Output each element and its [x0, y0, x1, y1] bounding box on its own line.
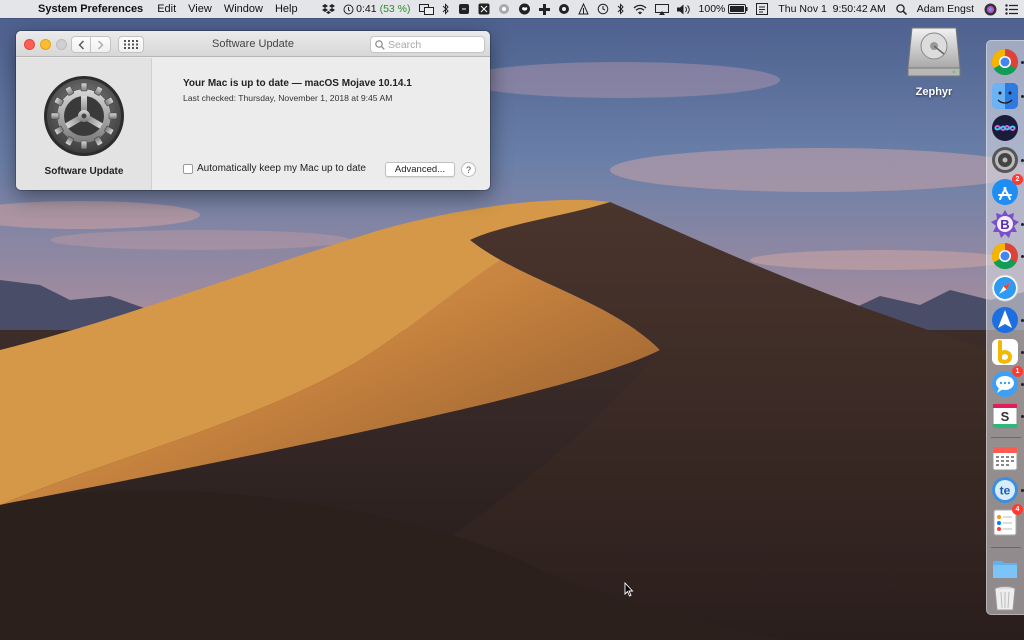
dock-b-app[interactable] [990, 337, 1020, 367]
app-store-badge: 2 [1012, 174, 1023, 185]
sidebar-label: Software Update [44, 166, 124, 177]
battery-time-text: 0:41 [356, 3, 377, 15]
dock-chrome-secondary[interactable] [990, 241, 1020, 271]
bbedit-icon: B [991, 210, 1019, 238]
creative-cloud-icon[interactable] [514, 0, 535, 18]
dock-trash[interactable] [990, 583, 1020, 613]
siri-icon [992, 115, 1018, 141]
dock-app-store[interactable]: 2 [990, 174, 1023, 207]
istat-icon[interactable] [474, 0, 494, 18]
finder-icon [992, 83, 1018, 109]
menu-bar: System Preferences Edit View Window Help… [0, 0, 1024, 18]
dock-downloads-folder[interactable] [990, 553, 1020, 583]
dock-messages[interactable]: 1 [990, 366, 1023, 399]
location-icon[interactable] [574, 0, 593, 18]
navigation-arrow-icon [992, 307, 1018, 333]
first-aid-icon[interactable] [535, 0, 554, 18]
auto-update-checkbox[interactable] [183, 163, 193, 174]
b-letter-icon [992, 339, 1018, 365]
gear-status-icon[interactable] [554, 0, 574, 18]
spotlight-icon[interactable] [892, 0, 911, 18]
menu-edit[interactable]: Edit [151, 0, 182, 18]
user-menu[interactable]: Adam Engst [911, 0, 980, 18]
folder-icon [993, 561, 1017, 578]
window-titlebar[interactable]: Software Update [16, 31, 490, 57]
advanced-button[interactable]: Advanced... [385, 162, 455, 177]
trash-icon [994, 586, 1016, 611]
search-input[interactable] [388, 38, 480, 51]
datetime-clock[interactable]: Thu Nov 1 9:50:42 AM [772, 0, 891, 18]
dropbox-icon[interactable] [318, 0, 339, 18]
wifi-icon[interactable] [629, 0, 651, 18]
battery-icon [728, 4, 748, 14]
timing-icon[interactable] [494, 0, 514, 18]
software-update-window: Software Update Search Software Update Y… [16, 31, 490, 190]
dock-navigator[interactable] [990, 305, 1020, 335]
update-status-title: Your Mac is up to date — macOS Mojave 10… [183, 78, 412, 89]
safari-icon [991, 274, 1019, 302]
battery-percent-text: (53 %) [379, 3, 411, 15]
chrome-icon [991, 48, 1019, 76]
sidebar-panel: Software Update [16, 58, 152, 190]
volume-icon[interactable] [673, 0, 695, 18]
dock-textexpander[interactable]: te [990, 475, 1020, 505]
desktop-drive-label: Zephyr [915, 86, 953, 98]
svg-text:S: S [1001, 409, 1010, 424]
notes-status-icon[interactable] [752, 0, 772, 18]
mouse-cursor-icon [624, 582, 634, 597]
display-mirror-icon[interactable] [415, 0, 438, 18]
airplay-icon[interactable] [651, 0, 673, 18]
dock-system-preferences[interactable] [990, 145, 1020, 175]
dock: 2 B 1 S te 4 [986, 40, 1024, 615]
battery-percent-status[interactable]: 100% [695, 0, 753, 18]
desktop-drive-zephyr[interactable]: Zephyr [906, 22, 962, 102]
auto-update-checkbox-row[interactable]: Automatically keep my Mac up to date [183, 163, 366, 174]
dock-finder[interactable] [990, 81, 1020, 111]
menu-app-name[interactable]: System Preferences [34, 0, 151, 18]
menu-help[interactable]: Help [269, 0, 304, 18]
notification-center-icon[interactable] [1001, 0, 1024, 18]
bluetooth-transfer-icon[interactable] [438, 0, 454, 18]
dock-chrome[interactable] [990, 47, 1020, 77]
software-update-gear-icon [44, 76, 124, 156]
menu-window[interactable]: Window [218, 0, 269, 18]
time-machine-icon[interactable] [593, 0, 613, 18]
search-icon [375, 39, 385, 50]
dock-siri[interactable] [990, 113, 1020, 143]
battery-level-text: 100% [698, 3, 726, 15]
svg-text:B: B [1000, 217, 1009, 232]
messages-badge: 1 [1012, 366, 1023, 377]
svg-text:te: te [1000, 484, 1011, 498]
battery-time-status[interactable]: 0:41 (53 %) [339, 0, 414, 18]
auto-update-label: Automatically keep my Mac up to date [197, 163, 366, 174]
menu-view[interactable]: View [182, 0, 218, 18]
dock-safari[interactable] [990, 273, 1020, 303]
siri-icon[interactable] [980, 0, 1001, 18]
textexpander-icon: te [992, 477, 1018, 503]
dock-bbedit[interactable]: B [990, 209, 1020, 239]
reminders-badge: 4 [1012, 504, 1023, 515]
hard-drive-icon [907, 27, 961, 77]
battery-status-icon[interactable] [454, 0, 474, 18]
system-preferences-icon [992, 147, 1018, 173]
bluetooth-icon[interactable] [613, 0, 629, 18]
dock-slack[interactable]: S [990, 401, 1020, 431]
chrome-icon [991, 242, 1018, 270]
dock-reminders[interactable]: 4 [990, 504, 1023, 537]
search-field[interactable] [370, 36, 485, 53]
slack-icon: S [992, 403, 1018, 429]
dock-calendar[interactable] [990, 443, 1020, 473]
last-checked-text: Last checked: Thursday, November 1, 2018… [183, 93, 393, 103]
help-button[interactable]: ? [461, 162, 476, 177]
calendar-icon [992, 446, 1018, 471]
